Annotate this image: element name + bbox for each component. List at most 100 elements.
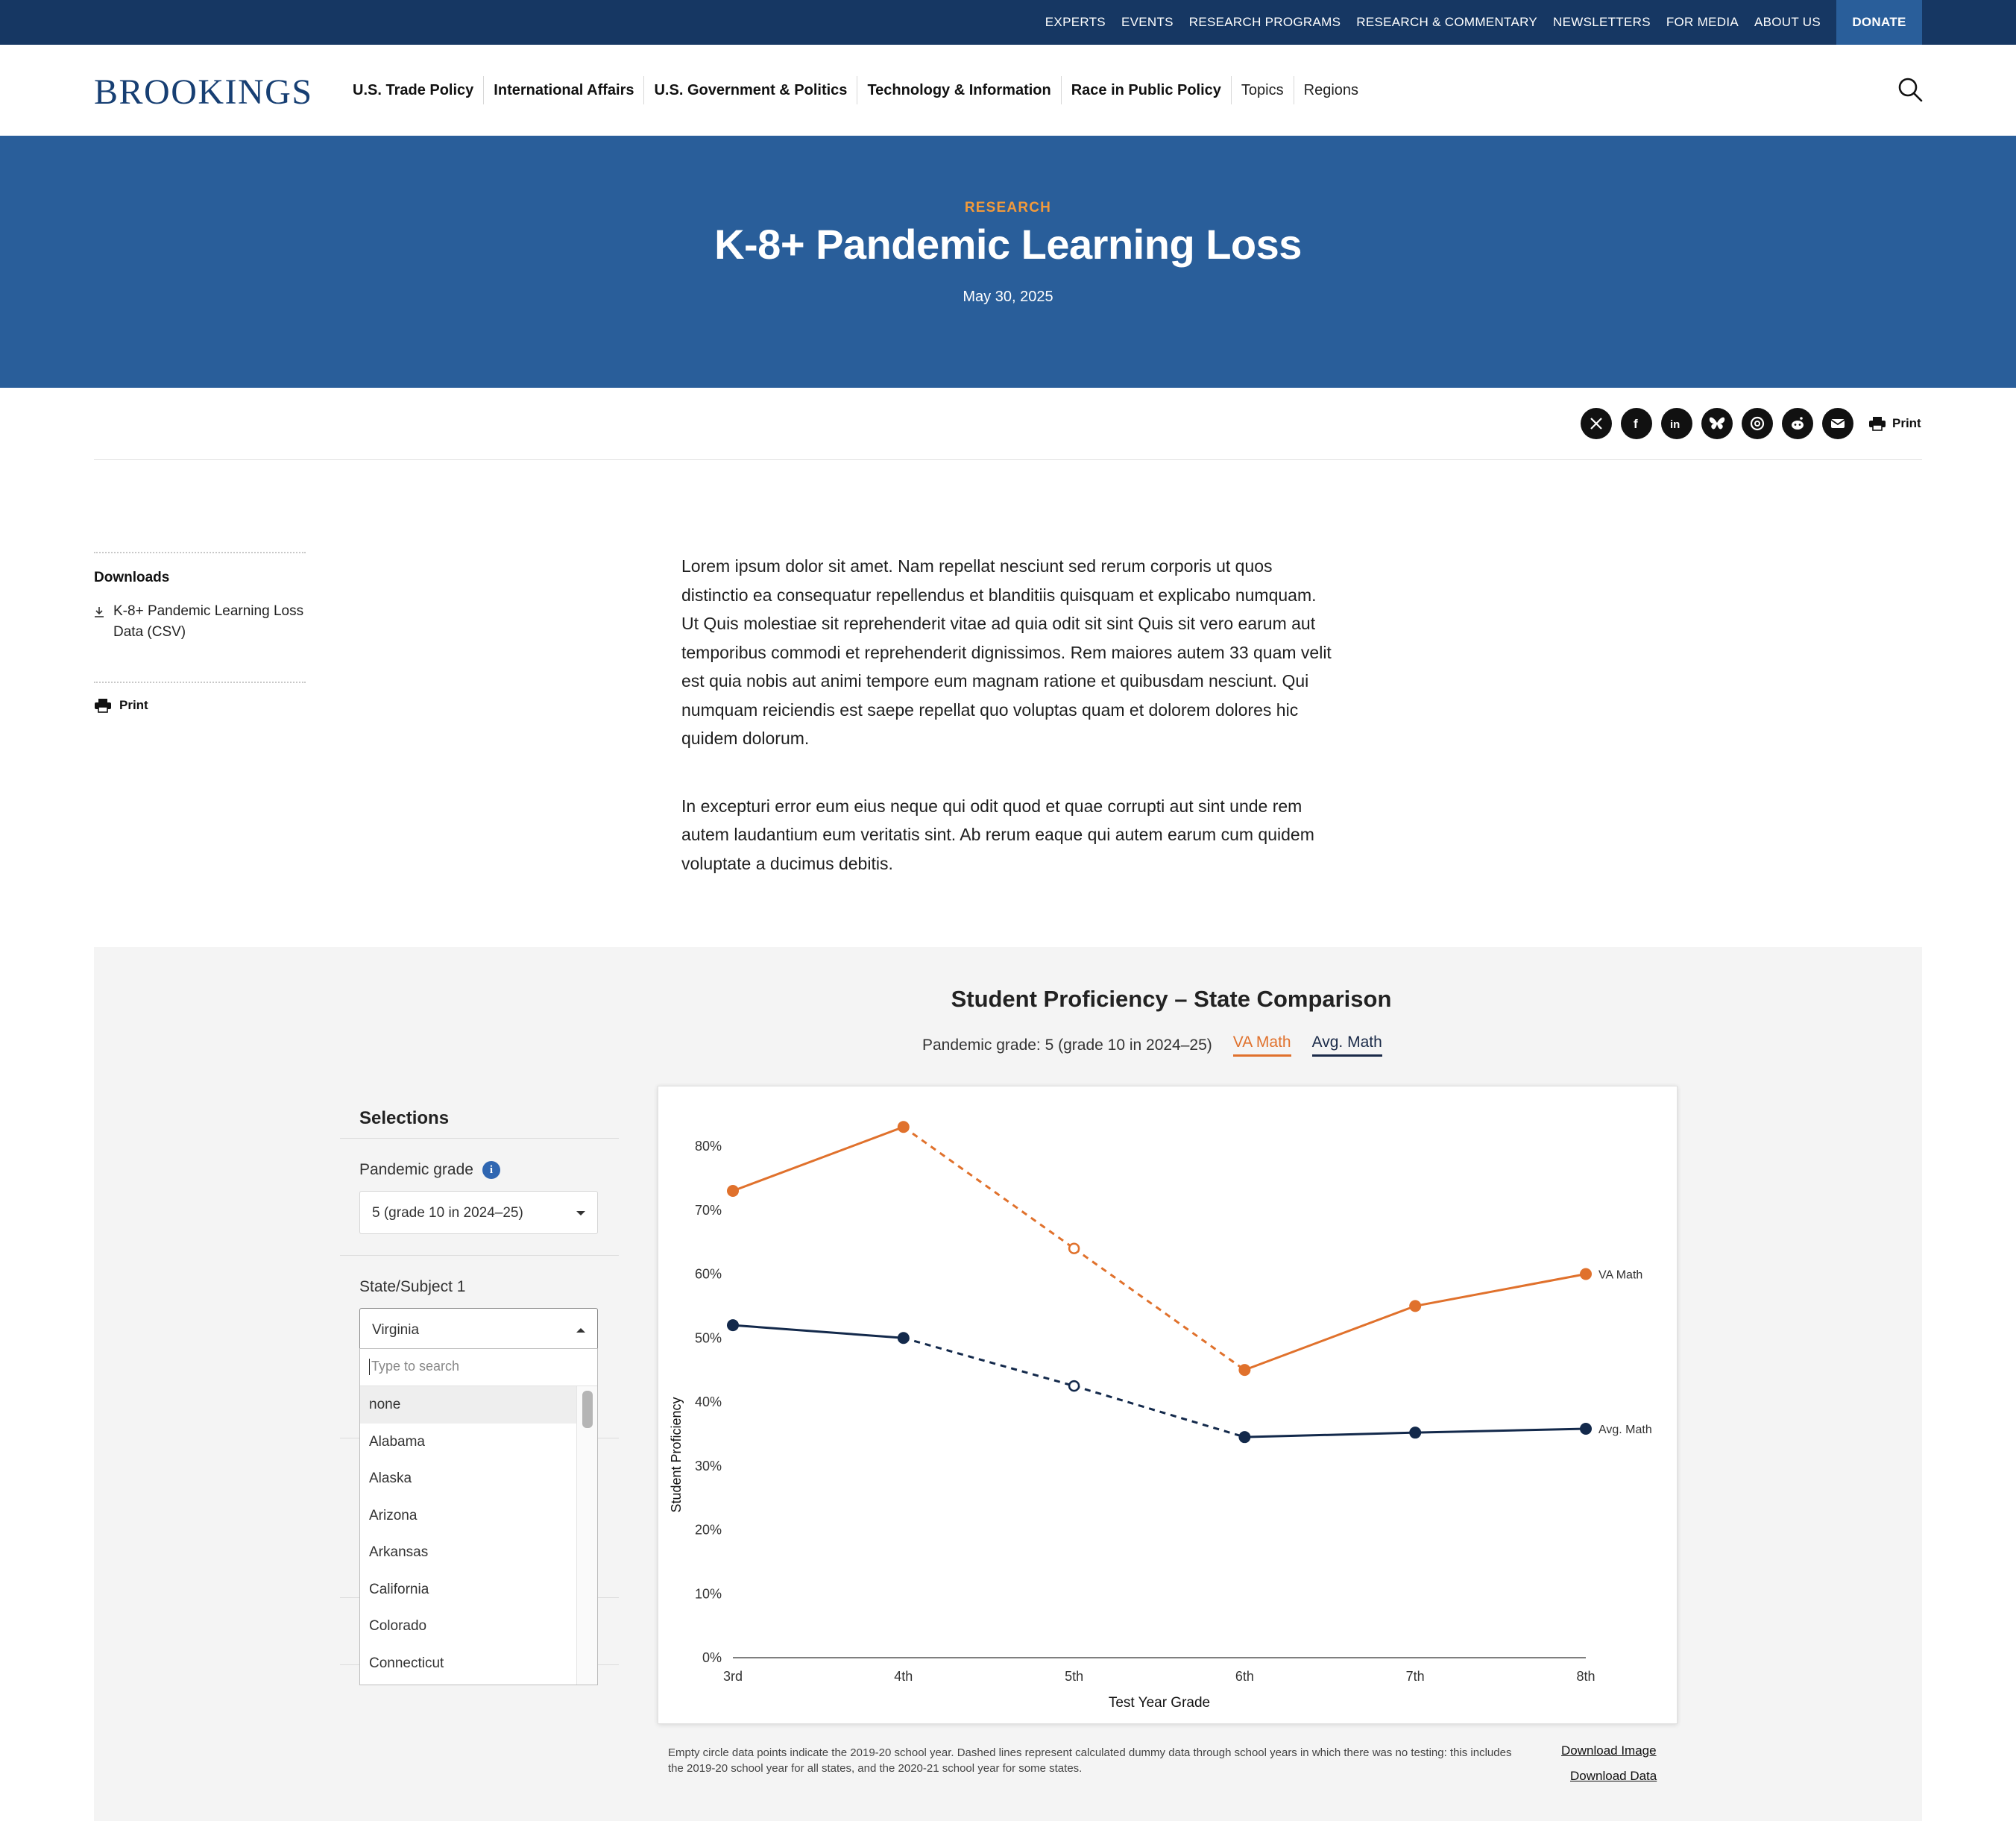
nav-item-trade-policy[interactable]: U.S. Trade Policy xyxy=(343,76,485,104)
dropdown-option[interactable]: Connecticut xyxy=(360,1645,576,1682)
x-tick-label: 4th xyxy=(894,1669,913,1684)
pandemic-grade-label-text: Pandemic grade xyxy=(359,1161,473,1178)
data-point xyxy=(1238,1364,1251,1377)
info-icon[interactable]: i xyxy=(482,1161,500,1179)
data-point xyxy=(897,1332,910,1344)
chart-footnote: Empty circle data points indicate the 20… xyxy=(668,1746,1512,1775)
y-tick-label: 10% xyxy=(695,1586,722,1601)
print-button[interactable]: Print xyxy=(1868,416,1921,431)
pandemic-grade-select[interactable]: 5 (grade 10 in 2024–25) xyxy=(359,1191,598,1234)
series-line-segment xyxy=(732,1324,904,1339)
data-point xyxy=(1409,1300,1422,1312)
y-tick-label: 0% xyxy=(702,1650,722,1665)
utility-link-newsletters[interactable]: NEWSLETTERS xyxy=(1553,15,1651,30)
body-paragraph: In excepturi error eum eius neque qui od… xyxy=(681,796,1314,873)
sidebar-print-button[interactable]: Print xyxy=(94,698,306,713)
chart-title: Student Proficiency – State Comparison xyxy=(951,986,1392,1012)
nav-item-technology-information[interactable]: Technology & Information xyxy=(857,76,1062,104)
selections-heading: Selections xyxy=(340,1101,619,1139)
reddit-icon[interactable] xyxy=(1782,408,1813,439)
data-point xyxy=(897,1121,910,1133)
share-bar: f in Print xyxy=(1581,408,1921,439)
data-point xyxy=(1580,1423,1592,1435)
data-point xyxy=(727,1185,739,1198)
data-point xyxy=(1580,1268,1592,1280)
utility-link-about-us[interactable]: ABOUT US xyxy=(1754,15,1821,30)
x-tick-label: 8th xyxy=(1576,1669,1595,1684)
series-line-segment xyxy=(732,1125,904,1192)
legend-va-math[interactable]: VA Math xyxy=(1232,1034,1291,1057)
bluesky-icon[interactable] xyxy=(1701,408,1733,439)
email-icon[interactable] xyxy=(1822,408,1853,439)
nav-item-regions[interactable]: Regions xyxy=(1294,76,1368,104)
x-axis: 3rd 4th 5th 6th 7th 8th xyxy=(723,1657,1596,1684)
utility-link-research-commentary[interactable]: RESEARCH & COMMENTARY xyxy=(1356,15,1537,30)
main-nav: U.S. Trade Policy International Affairs … xyxy=(343,45,1368,136)
series-line-segment xyxy=(1244,1431,1416,1438)
download-image-link[interactable]: Download Image xyxy=(1561,1743,1657,1758)
article-sidebar: Downloads K-8+ Pandemic Learning Loss Da… xyxy=(94,552,306,713)
linkedin-icon[interactable]: in xyxy=(1661,408,1692,439)
nav-item-international-affairs[interactable]: International Affairs xyxy=(484,76,645,104)
series-line-segment xyxy=(1074,1385,1245,1438)
dropdown-option[interactable]: Alaska xyxy=(360,1460,576,1497)
dropdown-option[interactable]: none xyxy=(360,1386,576,1424)
y-tick-label: 20% xyxy=(695,1523,722,1538)
utility-nav: EXPERTS EVENTS RESEARCH PROGRAMS RESEARC… xyxy=(1030,0,1922,45)
dropdown-option[interactable]: Colorado xyxy=(360,1608,576,1645)
pandemic-grade-value: 5 (grade 10 in 2024–25) xyxy=(372,1205,523,1221)
utility-link-experts[interactable]: EXPERTS xyxy=(1045,15,1106,30)
download-csv-label: K-8+ Pandemic Learning Loss Data (CSV) xyxy=(113,603,304,640)
data-point xyxy=(1409,1427,1422,1439)
selections-panel: Selections Pandemic grade i 5 (grade 10 … xyxy=(340,1101,619,1351)
utility-link-events[interactable]: EVENTS xyxy=(1121,15,1174,30)
selections-divider xyxy=(340,1255,619,1256)
pandemic-grade-label: Pandemic grade i xyxy=(340,1161,619,1179)
x-tick-label: 5th xyxy=(1065,1669,1083,1684)
chart-subtitle: Pandemic grade: 5 (grade 10 in 2024–25) … xyxy=(922,1034,1382,1057)
y-tick-label: 60% xyxy=(695,1267,722,1282)
x-icon[interactable] xyxy=(1581,408,1612,439)
series-line-segment xyxy=(902,1126,1075,1250)
printer-icon xyxy=(95,699,111,713)
article-body: Lorem ipsum dolor sit amet. Nam repellat… xyxy=(681,552,1338,916)
legend-avg-math[interactable]: Avg. Math xyxy=(1311,1034,1382,1057)
download-csv-link[interactable]: K-8+ Pandemic Learning Loss Data (CSV) xyxy=(94,601,306,643)
utility-bar: EXPERTS EVENTS RESEARCH PROGRAMS RESEARC… xyxy=(0,0,2016,45)
dropdown-scrollbar[interactable] xyxy=(576,1386,597,1685)
dropdown-options: none Alabama Alaska Arizona Arkansas Cal… xyxy=(360,1386,576,1682)
nav-item-race-public-policy[interactable]: Race in Public Policy xyxy=(1062,76,1232,104)
data-point xyxy=(727,1319,739,1332)
series-end-label: Avg. Math xyxy=(1598,1424,1652,1436)
series-line-segment xyxy=(1073,1247,1246,1371)
nav-item-topics[interactable]: Topics xyxy=(1232,76,1294,104)
nav-item-government-politics[interactable]: U.S. Government & Politics xyxy=(644,76,858,104)
threads-icon[interactable] xyxy=(1742,408,1773,439)
series-line-segment xyxy=(1244,1304,1416,1371)
content-type-kicker: RESEARCH xyxy=(964,200,1052,216)
x-tick-label: 3rd xyxy=(723,1669,743,1684)
print-label: Print xyxy=(1892,416,1921,430)
download-data-link[interactable]: Download Data xyxy=(1570,1769,1657,1784)
x-axis-label: Test Year Grade xyxy=(1109,1695,1210,1711)
dropdown-option[interactable]: California xyxy=(360,1571,576,1608)
y-tick-label: 80% xyxy=(695,1139,722,1154)
x-tick-label: 6th xyxy=(1235,1669,1254,1684)
scrollbar-thumb[interactable] xyxy=(582,1391,593,1428)
chevron-up-icon xyxy=(576,1328,585,1333)
series-line-segment xyxy=(903,1336,1075,1388)
dropdown-search-input[interactable]: Type to search xyxy=(360,1349,597,1386)
facebook-icon[interactable]: f xyxy=(1621,408,1652,439)
donate-button[interactable]: DONATE xyxy=(1836,0,1922,45)
dropdown-option[interactable]: Arkansas xyxy=(360,1534,576,1571)
share-divider xyxy=(94,459,1922,460)
dropdown-option[interactable]: Alabama xyxy=(360,1424,576,1461)
state-subject-select[interactable]: Virginia xyxy=(359,1308,598,1351)
brookings-logo[interactable]: BROOKINGS xyxy=(94,72,313,113)
publish-date: May 30, 2025 xyxy=(963,289,1053,305)
dropdown-option[interactable]: Arizona xyxy=(360,1497,576,1535)
search-icon[interactable] xyxy=(1897,76,1924,103)
utility-link-for-media[interactable]: FOR MEDIA xyxy=(1666,15,1739,30)
utility-link-research-programs[interactable]: RESEARCH PROGRAMS xyxy=(1189,15,1341,30)
body-paragraph: Lorem ipsum dolor sit amet. Nam repellat… xyxy=(681,556,1332,748)
